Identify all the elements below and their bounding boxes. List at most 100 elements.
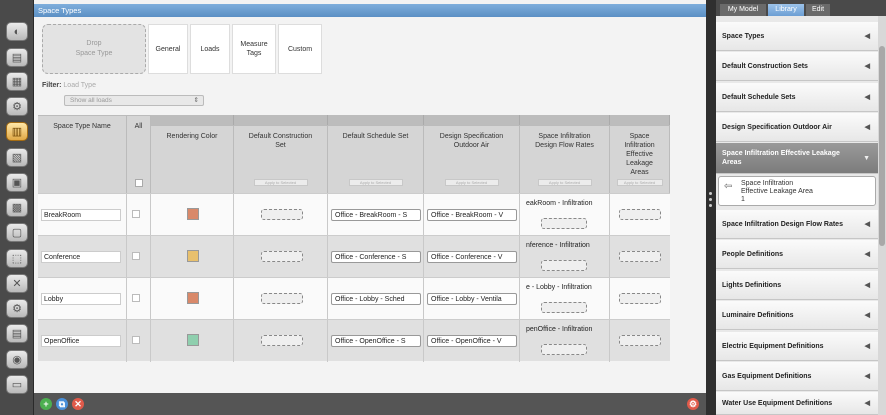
drop-space-type-zone[interactable]: Drop Space Type <box>42 24 146 74</box>
schedule-set-field[interactable]: Office - BreakRoom - S <box>331 209 421 221</box>
infiltration-field[interactable]: penOffice - Infiltration <box>523 324 607 336</box>
row-checkbox[interactable] <box>132 336 140 344</box>
outdoor-air-field[interactable]: Office - Lobby - Ventila <box>427 293 517 305</box>
tab-measure-tags[interactable]: Measure Tags <box>232 24 276 74</box>
add-icon[interactable]: + <box>40 398 52 410</box>
row-checkbox[interactable] <box>132 294 140 302</box>
results-tab-icon[interactable]: ▭ <box>6 375 28 394</box>
stepper-arrows-icon: ⇕ <box>193 97 199 104</box>
header-default-construction-set[interactable]: Default Construction Set Apply to Select… <box>234 125 328 193</box>
apply-to-selected-button[interactable]: Apply to Selected <box>537 179 592 186</box>
tab-edit[interactable]: Edit <box>806 4 830 16</box>
library-item-label: Lights Definitions <box>722 281 782 289</box>
header-default-schedule-set[interactable]: Default Schedule Set Apply to Selected <box>328 125 424 193</box>
space-type-name-field[interactable]: Conference <box>41 251 121 263</box>
library-item-people-definitions[interactable]: People Definitions ◀ <box>716 240 878 269</box>
table-row[interactable]: Lobby Office - Lobby - Sched Office - Lo… <box>38 277 670 320</box>
library-sub-item[interactable]: ⇦ Space Infiltration Effective Leakage A… <box>718 176 876 206</box>
library-item-space-types[interactable]: Space Types ◀ <box>716 22 878 51</box>
library-item-water-use-equipment-definitions[interactable]: Water Use Equipment Definitions ◀ <box>716 392 878 415</box>
header-rendering-color[interactable]: Rendering Color <box>151 125 234 193</box>
library-item-default-construction-sets[interactable]: Default Construction Sets ◀ <box>716 52 878 81</box>
constructions-tab-icon[interactable]: ▦ <box>6 72 28 91</box>
row-checkbox[interactable] <box>132 210 140 218</box>
table-row[interactable]: BreakRoom Office - BreakRoom - S Office … <box>38 193 670 236</box>
rendering-color-swatch[interactable] <box>187 250 199 262</box>
hvac-tab-icon[interactable]: ⬚ <box>6 249 28 268</box>
outdoor-air-field[interactable]: Office - Conference - V <box>427 251 517 263</box>
copy-icon[interactable]: ⧉ <box>56 398 68 410</box>
infiltration-field[interactable]: nference - Infiltration <box>523 240 607 252</box>
drop-slot[interactable] <box>619 293 661 304</box>
infiltration-field[interactable]: eakRoom - Infiltration <box>523 198 607 210</box>
output-tab-icon[interactable]: ⚙ <box>6 299 28 318</box>
scrollbar-thumb[interactable] <box>879 46 885 246</box>
library-item-gas-equipment-definitions[interactable]: Gas Equipment Definitions ◀ <box>716 362 878 391</box>
site-tab-icon[interactable]: ◐ <box>6 22 28 41</box>
drop-slot[interactable] <box>619 335 661 346</box>
tab-my-model[interactable]: My Model <box>720 4 766 16</box>
row-checkbox[interactable] <box>132 252 140 260</box>
tab-custom[interactable]: Custom <box>278 24 322 74</box>
drop-slot[interactable] <box>619 251 661 262</box>
load-filter-select[interactable]: Show all loads ⇕ <box>64 95 204 106</box>
rendering-color-swatch[interactable] <box>187 208 199 220</box>
schedule-set-field[interactable]: Office - Lobby - Sched <box>331 293 421 305</box>
loads-tab-icon[interactable]: ⚙ <box>6 97 28 116</box>
tab-library[interactable]: Library <box>768 4 804 16</box>
library-item-space-infiltration-design-flow-rates[interactable]: Space Infiltration Design Flow Rates ◀ <box>716 210 878 239</box>
schedules-tab-icon[interactable]: ▤ <box>6 48 28 67</box>
run-tab-icon[interactable]: ◉ <box>6 350 28 369</box>
rendering-color-swatch[interactable] <box>187 334 199 346</box>
drop-slot[interactable] <box>541 344 587 355</box>
tools-tab-icon[interactable]: ✕ <box>6 274 28 293</box>
select-all-checkbox[interactable] <box>134 179 143 187</box>
library-scrollbar[interactable] <box>878 16 886 415</box>
drop-slot[interactable] <box>541 260 587 271</box>
facility-tab-icon[interactable]: ▣ <box>6 173 28 192</box>
purge-icon[interactable]: ⚙ <box>687 398 699 410</box>
header-space-type-name[interactable]: Space Type Name <box>38 115 127 193</box>
outdoor-air-field[interactable]: Office - BreakRoom - V <box>427 209 517 221</box>
table-row[interactable]: Conference Office - Conference - S Offic… <box>38 235 670 278</box>
library-item-design-specification-outdoor-air[interactable]: Design Specification Outdoor Air ◀ <box>716 113 878 142</box>
apply-to-selected-button[interactable]: Apply to Selected <box>253 179 308 186</box>
apply-to-selected-button[interactable]: Apply to Selected <box>444 179 499 186</box>
library-item-lights-definitions[interactable]: Lights Definitions ◀ <box>716 271 878 300</box>
tab-loads[interactable]: Loads <box>190 24 230 74</box>
measures-tab-icon[interactable]: ▤ <box>6 324 28 343</box>
space-type-name-field[interactable]: BreakRoom <box>41 209 121 221</box>
library-item-space-infiltration-effective-leakage-areas[interactable]: Space Infiltration Effective Leakage Are… <box>716 143 878 174</box>
drop-slot[interactable] <box>541 218 587 229</box>
header-all[interactable]: All <box>127 115 151 193</box>
drop-slot[interactable] <box>261 335 303 346</box>
drop-slot[interactable] <box>541 302 587 313</box>
library-item-luminaire-definitions[interactable]: Luminaire Definitions ◀ <box>716 301 878 330</box>
thermal-zones-tab-icon[interactable]: ▢ <box>6 223 28 242</box>
library-item-default-schedule-sets[interactable]: Default Schedule Sets ◀ <box>716 83 878 112</box>
apply-to-selected-button[interactable]: Apply to Selected <box>616 179 663 186</box>
rendering-color-swatch[interactable] <box>187 292 199 304</box>
spaces-tab-icon[interactable]: ▩ <box>6 198 28 217</box>
space-types-tab-icon[interactable]: ▥ <box>6 122 28 141</box>
schedule-set-field[interactable]: Office - OpenOffice - S <box>331 335 421 347</box>
drop-slot[interactable] <box>261 209 303 220</box>
geometry-tab-icon[interactable]: ▧ <box>6 148 28 167</box>
schedule-set-field[interactable]: Office - Conference - S <box>331 251 421 263</box>
drop-slot[interactable] <box>261 251 303 262</box>
header-design-specification-outdoor-air[interactable]: Design Specification Outdoor Air Apply t… <box>424 125 520 193</box>
space-type-name-field[interactable]: Lobby <box>41 293 121 305</box>
drop-slot[interactable] <box>619 209 661 220</box>
library-item-electric-equipment-definitions[interactable]: Electric Equipment Definitions ◀ <box>716 332 878 361</box>
outdoor-air-field[interactable]: Office - OpenOffice - V <box>427 335 517 347</box>
header-space-infiltration-effective-leakage-areas[interactable]: Space Infiltration Effective Leakage Are… <box>610 125 670 193</box>
header-space-infiltration-design-flow-rates[interactable]: Space Infiltration Design Flow Rates App… <box>520 125 610 193</box>
remove-icon[interactable]: ✕ <box>72 398 84 410</box>
panel-splitter[interactable] <box>706 0 716 415</box>
drop-slot[interactable] <box>261 293 303 304</box>
space-type-name-field[interactable]: OpenOffice <box>41 335 121 347</box>
infiltration-field[interactable]: e - Lobby - Infiltration <box>523 282 607 294</box>
table-row[interactable]: OpenOffice Office - OpenOffice - S Offic… <box>38 319 670 362</box>
apply-to-selected-button[interactable]: Apply to Selected <box>348 179 403 186</box>
tab-general[interactable]: General <box>148 24 188 74</box>
